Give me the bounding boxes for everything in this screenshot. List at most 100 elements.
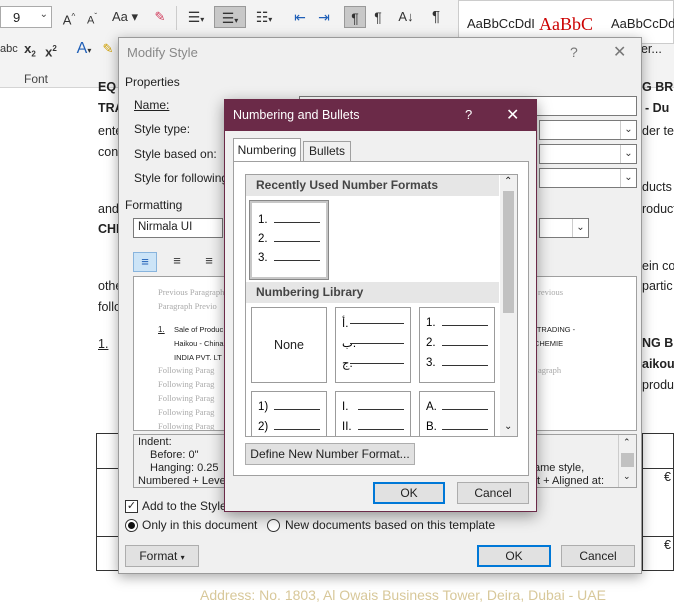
preview-item: INDIA PVT. LT [174, 353, 222, 362]
tile-item: 1) [258, 401, 269, 413]
style-type-label: Style type: [134, 122, 191, 136]
doc-line: con [98, 145, 119, 159]
chevron-down-icon[interactable]: ⌄ [40, 9, 48, 20]
increase-indent-icon[interactable]: ⇥ [314, 6, 334, 28]
change-case-button[interactable]: Aa ▾ [108, 6, 142, 28]
subscript-button[interactable]: x2 [22, 38, 38, 60]
formatting-heading: Formatting [125, 198, 183, 212]
only-this-document-radio[interactable] [125, 519, 138, 532]
desc-line: Hanging: 0.25 [150, 462, 219, 474]
close-icon[interactable]: ✕ [613, 42, 626, 62]
tile-item: 2) [258, 421, 269, 433]
doc-right-line: partic [642, 279, 673, 293]
font-select[interactable]: Nirmala UI [133, 218, 223, 238]
tab-numbering[interactable]: Numbering [233, 138, 301, 162]
only-this-document-label: Only in this document [142, 518, 258, 532]
bullets-icon[interactable]: ☰▾ [182, 6, 210, 28]
library-header: Numbering Library [246, 282, 499, 303]
language-select[interactable]: ⌄ [539, 218, 589, 238]
preview-following: Following Parag [158, 407, 215, 417]
text-effects-icon[interactable]: A▾ [72, 38, 96, 60]
doc-right-line: der te [642, 124, 674, 138]
superscript-button[interactable]: x2 [42, 38, 60, 60]
close-icon[interactable]: ✕ [506, 105, 519, 125]
preview-previous: Paragraph Previo [158, 301, 217, 311]
ltr-paragraph-icon[interactable]: ¶ [344, 6, 366, 28]
numbering-tile-decimal[interactable]: 1. 2. 3. [419, 307, 495, 383]
doc-right-line: ducts [642, 180, 672, 194]
gallery-scrollbar[interactable]: ⌃ ⌄ [500, 175, 517, 436]
decrease-indent-icon[interactable]: ⇤ [290, 6, 310, 28]
numbering-tile-none[interactable]: None [251, 307, 327, 383]
font-size-box[interactable]: 9 ⌄ [0, 6, 52, 28]
tab-bullets[interactable]: Bullets [303, 141, 351, 161]
new-documents-radio[interactable] [267, 519, 280, 532]
show-formatting-icon[interactable]: ¶ [426, 6, 446, 28]
preview-item: Sale of Produc [174, 325, 224, 334]
preview-following: agraph [538, 365, 562, 375]
font-group-label: Font [24, 72, 49, 86]
highlight-icon[interactable]: ✎ [100, 38, 116, 60]
tile-item: 1. [426, 317, 436, 329]
sort-icon[interactable]: A↓ [396, 6, 416, 28]
chevron-down-icon[interactable]: ⌄ [572, 219, 588, 237]
format-button-label: Format [139, 549, 178, 563]
footer-address: Address: No. 1803, Al Owais Business Tow… [200, 587, 606, 603]
help-button[interactable]: ? [465, 107, 472, 122]
tile-item: II. [342, 421, 352, 433]
style-other[interactable]: AaBbCcDdI [611, 7, 674, 41]
align-center-icon[interactable]: ≡ [165, 252, 189, 272]
numbering-icon[interactable]: ☰▾ [214, 6, 246, 28]
change-case-label: Aa [111, 9, 128, 24]
none-label: None [274, 338, 304, 352]
doc-line: CHI [98, 222, 120, 236]
style-based-select[interactable]: ⌄ [539, 144, 637, 164]
align-right-icon[interactable]: ≡ [197, 252, 221, 272]
cancel-button[interactable]: Cancel [457, 482, 529, 504]
preview-following: Following Parag [158, 365, 215, 375]
doc-line: 1. [98, 337, 109, 351]
numbering-tile-decimal-paren[interactable]: 1) 2) [251, 391, 327, 436]
numbering-tile-upper-alpha[interactable]: A. B. [419, 391, 495, 436]
shrink-font-button[interactable]: Aˇ [82, 6, 102, 28]
chevron-down-icon[interactable]: ⌄ [620, 121, 636, 139]
chevron-up-icon[interactable]: ⌃ [504, 176, 512, 187]
scroll-thumb[interactable] [503, 191, 514, 313]
clear-formatting-icon[interactable]: ✎ [150, 6, 170, 28]
doc-right-line: produ [642, 378, 674, 392]
strikethrough-partial[interactable]: abc [0, 38, 18, 60]
chevron-down-icon[interactable]: ⌄ [620, 145, 636, 163]
ok-button[interactable]: OK [477, 545, 551, 567]
new-documents-label: New documents based on this template [285, 518, 496, 532]
style-normal[interactable]: AaBbCcDdI [467, 7, 535, 41]
chevron-down-icon[interactable]: ⌄ [620, 169, 636, 187]
desc-line: Before: 0" [150, 449, 199, 461]
format-button[interactable]: Format ▾ [125, 545, 199, 567]
recent-number-format-tile[interactable]: 1. 2. 3. [249, 200, 329, 280]
ok-button[interactable]: OK [373, 482, 445, 504]
rtl-paragraph-icon[interactable]: ¶ [368, 6, 388, 28]
chevron-down-icon[interactable]: ⌄ [504, 421, 512, 432]
multilevel-list-icon[interactable]: ☷▾ [250, 6, 278, 28]
style-heading[interactable]: AaBbC [539, 7, 593, 41]
help-button[interactable]: ? [570, 44, 578, 60]
desc-line: Numbered + Leve [138, 475, 226, 487]
tile-item: 3. [426, 357, 436, 369]
align-left-button[interactable]: ≡ [133, 252, 157, 272]
desc-scrollbar[interactable]: ⌃ ⌄ [618, 435, 636, 487]
dialog-title: Numbering and Bullets [233, 108, 360, 122]
grow-font-button[interactable]: A^ [58, 6, 80, 28]
numbering-tile-roman[interactable]: I. II. [335, 391, 411, 436]
preview-previous: revious [538, 287, 564, 297]
numbering-tile-arabic-abjad[interactable]: أ. ب. ج. [335, 307, 411, 383]
define-new-number-format-button[interactable]: Define New Number Format... [245, 443, 415, 465]
tile-item: 1. [258, 214, 268, 226]
add-to-gallery-checkbox[interactable]: ✓ [125, 500, 138, 513]
cancel-button[interactable]: Cancel [561, 545, 635, 567]
style-type-select[interactable]: ⌄ [539, 120, 637, 140]
numbering-panel: Recently Used Number Formats 1. 2. 3. Nu… [233, 161, 529, 476]
style-following-select[interactable]: ⌄ [539, 168, 637, 188]
preview-following: Following Parag [158, 393, 215, 403]
dialog-title: Modify Style [127, 45, 198, 60]
desc-line: Indent: [138, 436, 172, 448]
